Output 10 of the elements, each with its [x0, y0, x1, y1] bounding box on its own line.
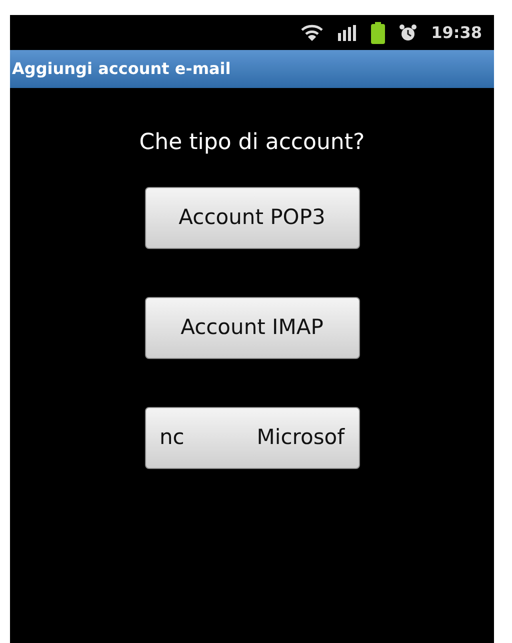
account-type-button[interactable]: Account IMAP [144, 297, 360, 359]
account-type-button[interactable]: nc Microsof [144, 407, 360, 469]
battery-icon [371, 22, 386, 44]
status-time: 19:38 [431, 22, 482, 44]
wifi-icon [301, 24, 324, 42]
question-heading: Che tipo di account? [139, 129, 365, 157]
account-type-button[interactable]: Account POP3 [144, 187, 360, 249]
alarm-clock-icon [399, 24, 418, 42]
signal-icon [337, 24, 358, 40]
title-text: Aggiungi account e-mail [12, 58, 231, 80]
